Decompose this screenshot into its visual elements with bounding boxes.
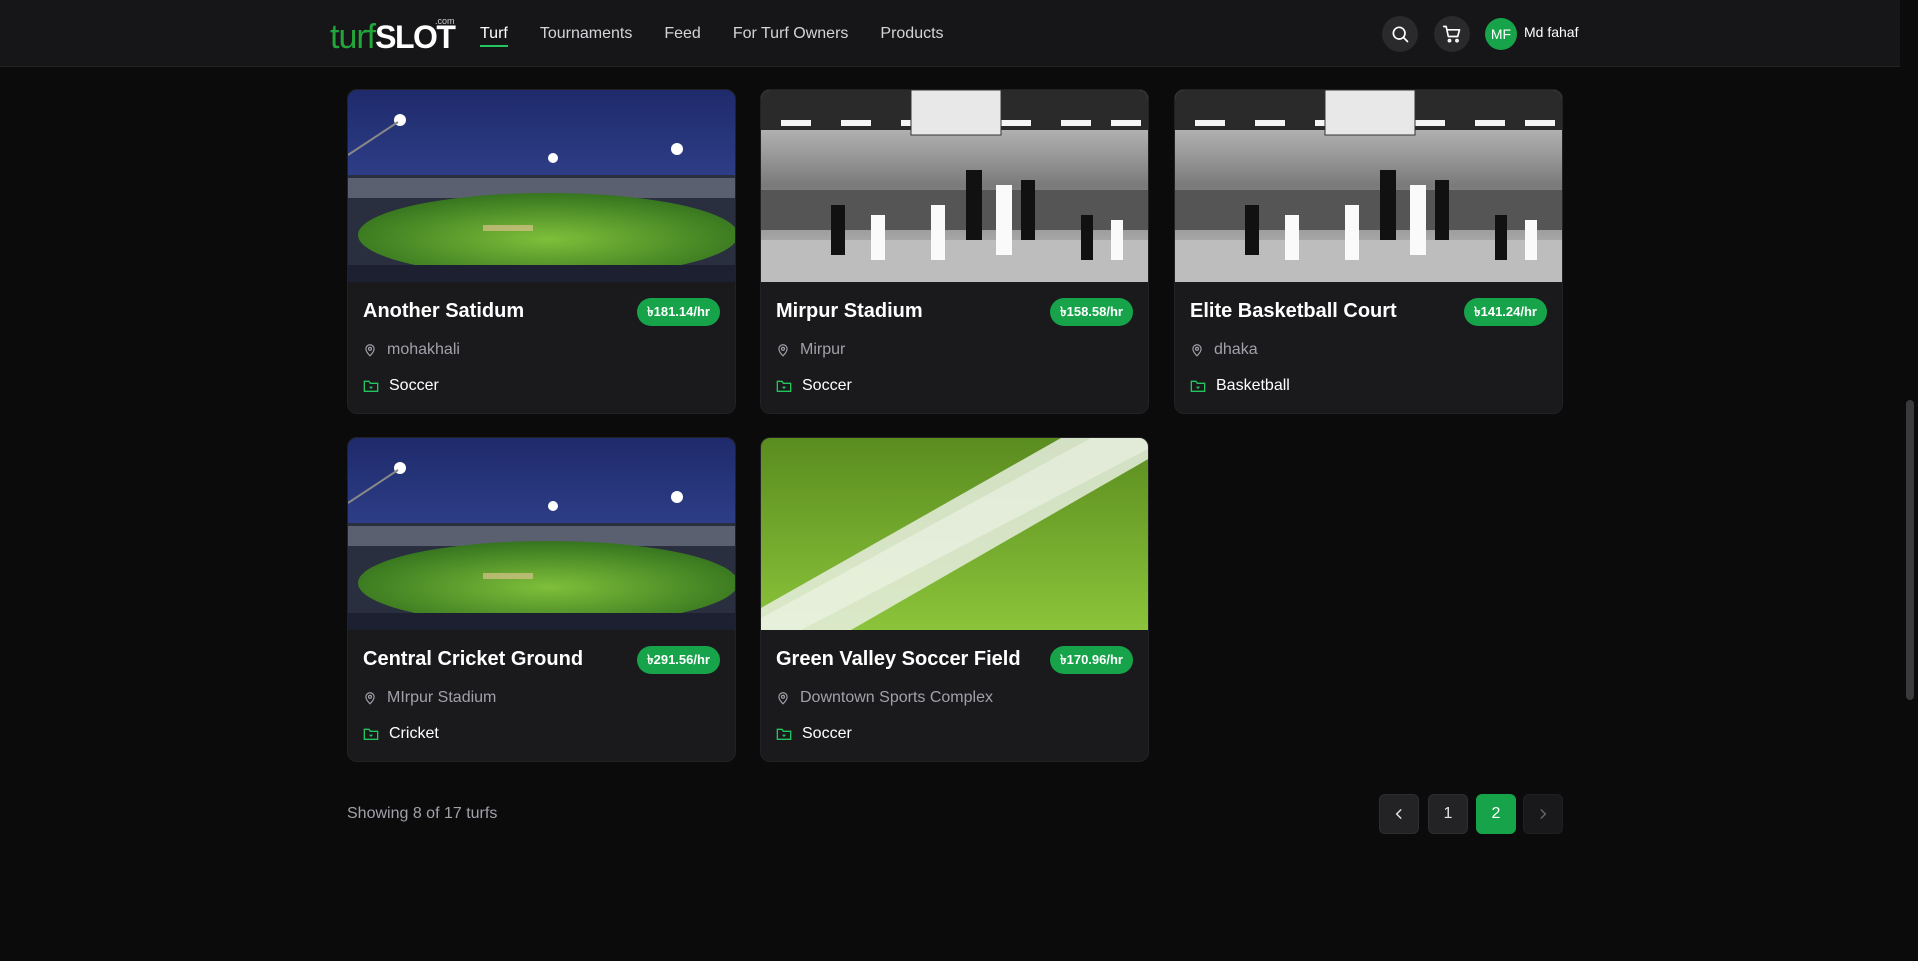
turf-name: Elite Basketball Court — [1190, 300, 1397, 322]
logo-com-text: .com — [434, 16, 455, 26]
chevron-right-icon — [1540, 809, 1547, 819]
price-badge: ৳158.58/hr — [1050, 298, 1133, 326]
turf-image — [348, 90, 735, 282]
map-pin-icon — [1192, 344, 1202, 357]
main-nav: Turf Tournaments Feed For Turf Owners Pr… — [480, 0, 976, 67]
turf-image — [761, 438, 1148, 630]
cart-icon — [1442, 25, 1461, 43]
logo-turf-text: turf — [330, 18, 376, 56]
turf-image — [761, 90, 1148, 282]
price-badge: ৳170.96/hr — [1050, 646, 1133, 674]
page-1-button[interactable]: 1 — [1428, 794, 1468, 834]
next-page-button[interactable] — [1523, 794, 1563, 834]
turf-location: Mirpur — [800, 341, 846, 358]
turf-image — [1175, 90, 1562, 282]
turfslot-logo[interactable]: turf SLOT .com — [330, 14, 456, 56]
search-icon — [1392, 26, 1409, 43]
location-row: mohakhali — [363, 341, 460, 359]
turf-image — [348, 438, 735, 630]
scrollbar-thumb[interactable] — [1906, 400, 1914, 700]
turf-name: Another Satidum — [363, 300, 525, 322]
nav-turf[interactable]: Turf — [480, 0, 508, 67]
turf-sport: Basketball — [1216, 377, 1290, 394]
folder-icon — [776, 728, 792, 740]
turf-card[interactable]: Elite Basketball Court ৳141.24/hr dhaka … — [1174, 89, 1563, 414]
turf-sport: Soccer — [802, 377, 852, 394]
sport-row: Basketball — [1190, 377, 1290, 395]
turf-location: Downtown Sports Complex — [800, 689, 993, 706]
sport-row: Cricket — [363, 725, 439, 743]
turf-name: Central Cricket Ground — [363, 648, 584, 670]
turf-sport: Soccer — [389, 377, 439, 394]
prev-page-button[interactable] — [1379, 794, 1419, 834]
folder-icon — [1190, 380, 1206, 392]
nav-tournaments[interactable]: Tournaments — [540, 0, 633, 67]
cart-button[interactable] — [1434, 16, 1470, 52]
turf-location: mohakhali — [387, 341, 460, 358]
location-row: Mirpur — [776, 341, 845, 359]
chevron-left-icon — [1395, 809, 1402, 819]
location-row: dhaka — [1190, 341, 1258, 359]
price-badge: ৳181.14/hr — [637, 298, 720, 326]
nav-feed[interactable]: Feed — [664, 0, 700, 67]
sport-row: Soccer — [363, 377, 439, 395]
nav-for-turf-owners[interactable]: For Turf Owners — [733, 0, 849, 67]
turf-location: MIrpur Stadium — [387, 689, 497, 706]
top-navbar: turf SLOT .com Turf Tournaments Feed For… — [0, 0, 1918, 67]
folder-icon — [363, 728, 379, 740]
location-row: MIrpur Stadium — [363, 689, 496, 707]
nav-products[interactable]: Products — [880, 0, 943, 67]
scrollbar[interactable] — [1900, 0, 1918, 961]
turf-name: Green Valley Soccer Field — [776, 648, 1021, 670]
sport-row: Soccer — [776, 377, 852, 395]
avatar[interactable]: MF — [1485, 18, 1517, 50]
map-pin-icon — [365, 692, 375, 705]
username[interactable]: Md fahaf — [1524, 24, 1578, 40]
search-button[interactable] — [1382, 16, 1418, 52]
map-pin-icon — [778, 344, 788, 357]
page-2-button[interactable]: 2 — [1476, 794, 1516, 834]
folder-icon — [776, 380, 792, 392]
map-pin-icon — [365, 344, 375, 357]
price-badge: ৳141.24/hr — [1464, 298, 1547, 326]
turf-card[interactable]: Another Satidum ৳181.14/hr mohakhali Soc… — [347, 89, 736, 414]
turf-sport: Soccer — [802, 725, 852, 742]
turf-name: Mirpur Stadium — [776, 300, 923, 322]
map-pin-icon — [778, 692, 788, 705]
sport-row: Soccer — [776, 725, 852, 743]
location-row: Downtown Sports Complex — [776, 689, 993, 707]
price-badge: ৳291.56/hr — [637, 646, 720, 674]
turf-card[interactable]: Central Cricket Ground ৳291.56/hr MIrpur… — [347, 437, 736, 762]
turf-sport: Cricket — [389, 725, 439, 742]
folder-icon — [363, 380, 379, 392]
results-count: Showing 8 of 17 turfs — [347, 805, 498, 822]
turf-location: dhaka — [1214, 341, 1258, 358]
turf-card[interactable]: Mirpur Stadium ৳158.58/hr Mirpur Soccer — [760, 89, 1149, 414]
turf-card[interactable]: Green Valley Soccer Field ৳170.96/hr Dow… — [760, 437, 1149, 762]
